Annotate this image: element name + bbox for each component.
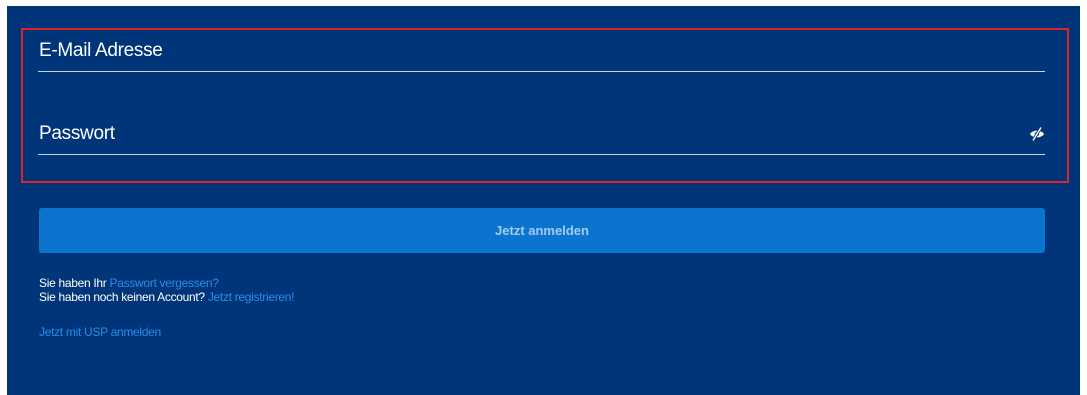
forgot-password-line: Sie haben Ihr Passwort vergessen? [39, 276, 219, 290]
usp-login-link[interactable]: Jetzt mit USP anmelden [39, 325, 161, 339]
email-field-container [38, 34, 1045, 72]
email-input[interactable] [38, 34, 999, 68]
password-input[interactable] [38, 117, 999, 151]
password-field-container [38, 117, 1045, 155]
register-line: Sie haben noch keinen Account? Jetzt reg… [39, 290, 295, 304]
forgot-password-link[interactable]: Passwort vergessen? [110, 276, 219, 290]
register-link[interactable]: Jetzt registrieren! [208, 290, 295, 304]
register-prefix: Sie haben noch keinen Account? [39, 290, 205, 304]
forgot-password-prefix: Sie haben Ihr [39, 276, 107, 290]
login-button[interactable]: Jetzt anmelden [39, 208, 1045, 253]
usp-login-line: Jetzt mit USP anmelden [39, 325, 161, 339]
eye-slash-icon[interactable] [1027, 125, 1047, 143]
